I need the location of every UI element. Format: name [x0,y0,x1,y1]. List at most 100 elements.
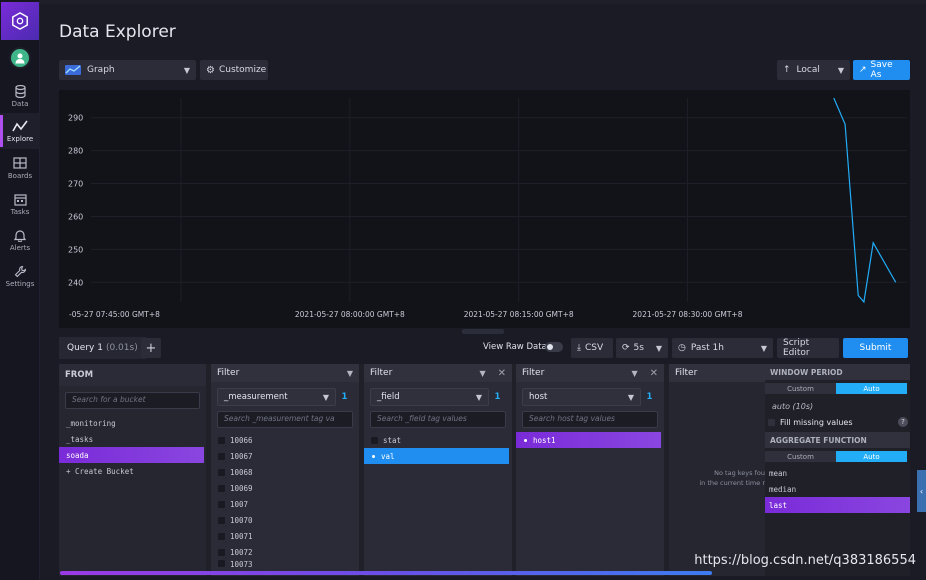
list-item[interactable]: 10068 [211,464,359,480]
csv-button[interactable]: ⤓ CSV [571,338,613,358]
list-item[interactable]: 10071 [211,528,359,544]
graph-type-label: Graph [87,65,115,75]
sidebar-item-explore[interactable]: Explore [0,113,40,149]
checkbox[interactable] [218,452,225,460]
chevron-down-icon[interactable]: ▼ [631,369,637,378]
checkbox[interactable] [371,436,378,444]
window-custom-button[interactable]: Custom [765,383,836,394]
sidebar-item-settings[interactable]: Settings [0,258,40,294]
fill-missing-checkbox[interactable] [768,418,775,426]
sidebar-item-label: Tasks [10,208,30,216]
page-title: Data Explorer [59,22,176,42]
sidebar-item-label: Boards [7,172,33,180]
sidebar-item-tasks[interactable]: Tasks [0,186,40,222]
bucket-item[interactable]: _tasks [59,431,206,447]
filter-card-measurement: Filter ▼ _measurement ▼ 1 Search _measurem… [211,364,359,576]
y-tick-label: 260 [68,212,83,221]
filter-head[interactable]: Filter ▼ ✕ [364,364,512,382]
sidebar: Data Explore Boards Tasks Alerts Setting… [0,0,40,580]
selected-count: 1 [494,392,501,402]
sidebar-item-label: Alerts [9,244,31,252]
refresh-dropdown[interactable]: ⟳ 5s ▼ [616,338,668,358]
aggregate-panel: WINDOW PERIOD Custom Auto auto (10s) Fil… [765,364,910,576]
filter-head[interactable]: Filter [669,364,765,382]
resize-handle[interactable] [462,329,504,334]
sidebar-item-data[interactable]: Data [0,78,40,114]
bucket-item[interactable]: _monitoring [59,415,206,431]
tag-value-search-input[interactable]: Search _measurement tag va [217,411,353,428]
sidebar-item-alerts[interactable]: Alerts [0,222,40,258]
horizontal-scrollbar[interactable] [60,571,712,575]
checkbox[interactable] [218,436,225,444]
filter-head[interactable]: Filter ▼ ✕ [516,364,664,382]
view-raw-data-toggle[interactable] [545,342,563,352]
add-query-button[interactable]: + [141,338,161,358]
list-item[interactable]: 1007 [211,496,359,512]
bucket-search-input[interactable]: Search for a bucket [65,392,200,409]
line-chart[interactable]: -05-27 07:45:00 GMT+8 2021-05-27 08:00:00… [59,90,910,328]
user-avatar[interactable] [8,47,31,69]
series-line[interactable] [833,97,897,304]
clock-icon: ↑ [783,65,791,75]
customize-button[interactable]: ⚙ Customize [200,60,268,80]
list-item[interactable]: 10072 [211,544,359,560]
list-item[interactable]: stat [364,432,512,448]
time-range-dropdown[interactable]: ◷ Past 1h ▼ [672,338,773,358]
bell-icon [14,229,26,242]
chevron-down-icon[interactable]: ▼ [479,369,485,378]
help-icon[interactable]: ? [898,417,908,427]
graph-type-icon [65,65,81,75]
tag-value-search-input[interactable]: Search _field tag values [370,411,506,428]
sidebar-item-label: Data [11,100,29,108]
list-item-selected[interactable]: host1 [516,432,661,448]
checkbox[interactable] [218,484,225,492]
checkbox[interactable] [218,468,225,476]
aggregate-item[interactable]: mean [765,465,910,481]
customize-label: Customize [218,65,267,75]
filter-head[interactable]: Filter ▼ [211,364,359,382]
list-item-selected[interactable]: val [364,448,509,464]
tag-key-dropdown[interactable]: _measurement ▼ [217,388,336,406]
checkbox[interactable] [218,500,225,508]
aggregate-auto-button[interactable]: Auto [836,451,907,462]
save-as-button[interactable]: ↗ Save As [853,60,910,80]
fill-missing-label: Fill missing values [780,417,853,427]
query-tab[interactable]: Query 1 (0.01s) [59,337,146,359]
influxdb-logo[interactable] [1,2,39,40]
timezone-dropdown[interactable]: ↑ Local ▼ [777,60,850,80]
bucket-item-selected[interactable]: soada [59,447,204,463]
graph-panel[interactable]: -05-27 07:45:00 GMT+8 2021-05-27 08:00:00… [59,90,910,328]
script-editor-button[interactable]: Script Editor [777,338,839,358]
sidebar-item-boards[interactable]: Boards [0,150,40,186]
tag-value-search-input[interactable]: Search host tag values [522,411,658,428]
close-icon[interactable]: ✕ [650,368,658,379]
checkbox[interactable] [218,548,225,556]
graph-type-dropdown[interactable]: Graph ▼ [59,60,196,80]
list-item[interactable]: 10067 [211,448,359,464]
tag-key-dropdown[interactable]: host ▼ [522,388,641,406]
filter-card-host: Filter ▼ ✕ host ▼ 1 Search host tag values … [516,364,664,576]
checkbox[interactable] [218,532,225,540]
list-item[interactable]: 10069 [211,480,359,496]
aggregate-item[interactable]: median [765,481,910,497]
checkbox[interactable] [218,560,225,567]
close-icon[interactable]: ✕ [498,368,506,379]
chevron-down-icon[interactable]: ▼ [347,369,353,378]
chevron-down-icon: ▼ [837,65,844,75]
save-as-label: Save As [870,60,893,80]
aggregate-custom-button[interactable]: Custom [765,451,836,462]
list-item[interactable]: 10070 [211,512,359,528]
checkbox[interactable] [218,516,225,524]
chevron-down-icon: ▼ [322,392,329,402]
create-bucket-link[interactable]: + Create Bucket [59,463,206,479]
filter-card-empty: Filter No tag keys fou in the current ti… [669,364,765,576]
watermark: https://blog.csdn.net/q383186554 [694,553,916,568]
plus-icon: + [145,340,157,356]
list-item[interactable]: 10073 [211,560,359,570]
submit-button[interactable]: Submit [843,338,908,358]
list-item[interactable]: 10066 [211,432,359,448]
aggregate-item-selected[interactable]: last [765,497,910,513]
window-auto-button[interactable]: Auto [836,383,907,394]
tag-key-dropdown[interactable]: _field ▼ [370,388,489,406]
chevron-left-icon[interactable]: ‹ [917,470,926,512]
